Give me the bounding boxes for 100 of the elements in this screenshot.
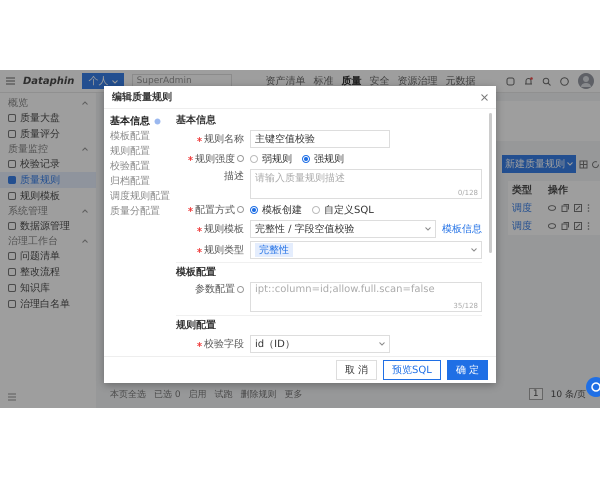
placeholder-text: 请输入质量规则描述 [255, 173, 345, 184]
sidebar-item[interactable]: 校验记录 [0, 156, 96, 172]
section-title: 基本信息 [176, 114, 217, 127]
sidebar-item[interactable]: 问题清单 [0, 248, 96, 264]
type-link[interactable]: 调度 [512, 219, 542, 233]
field-label: 规则模板 [204, 222, 244, 236]
bulk-action[interactable]: 删除规则 [240, 388, 277, 400]
radio-label[interactable]: 模板创建 [262, 202, 302, 216]
anchor-link[interactable]: 归档配置 [110, 174, 150, 188]
sidebar-group[interactable]: 治理工作台 [0, 234, 96, 248]
page-size-select[interactable]: 10 条/页 [550, 388, 586, 400]
page-number[interactable]: 1 [528, 388, 543, 400]
bulk-action[interactable]: 试跑 [214, 388, 233, 400]
caret-icon [379, 342, 385, 346]
field-label: 规则强度 [195, 152, 235, 166]
nav-tab[interactable]: 资源治理 [398, 74, 438, 88]
nav-tab[interactable]: 元数据 [446, 74, 476, 88]
search-icon[interactable] [542, 76, 551, 86]
dialog-button[interactable]: 预览SQL [383, 360, 441, 380]
new-rule-button[interactable]: 新建质量规则 [502, 155, 576, 173]
type-link[interactable]: 调度 [512, 201, 542, 215]
chevron-up-icon [82, 147, 88, 151]
nav-tab[interactable]: 质量 [342, 74, 362, 88]
bulk-action[interactable]: 启用 [188, 388, 207, 400]
sidebar-item[interactable]: 整改流程 [0, 264, 96, 280]
field-label: 参数配置 [195, 282, 235, 296]
view-icon[interactable] [548, 204, 556, 212]
radio-label[interactable]: 强规则 [314, 152, 344, 166]
nav-tab[interactable]: 资产清单 [266, 74, 306, 88]
radio-label[interactable]: 弱规则 [262, 152, 292, 166]
bulk-action[interactable]: 已选 0 [154, 388, 181, 400]
sidebar-item[interactable]: 质量大盘 [0, 110, 96, 126]
sidebar-group[interactable]: 概览 [0, 96, 96, 110]
field-label: 描述 [224, 170, 244, 183]
nav-tab[interactable]: 标准 [314, 74, 334, 88]
nav-tab[interactable]: 安全 [370, 74, 390, 88]
bell-icon[interactable] [524, 76, 533, 86]
field-label: 规则类型 [204, 244, 244, 257]
sidebar-item[interactable]: 知识库 [0, 280, 96, 296]
placeholder-text: ipt::column=id;allow.full.scan=false [255, 284, 435, 295]
dialog-title: 编辑质量规则 [112, 90, 172, 104]
close-icon[interactable] [481, 94, 488, 100]
radio-button[interactable] [250, 206, 258, 214]
logo-text: Dataphin [23, 76, 74, 86]
anchor-link[interactable]: 校验配置 [110, 159, 150, 173]
select-field[interactable]: 完整性 / 字段空值校验 [250, 220, 436, 238]
select-field[interactable]: id（ID） [250, 335, 390, 353]
columns-icon[interactable] [579, 160, 588, 168]
template-info-link[interactable]: 模板信息 [442, 222, 482, 236]
help-button-icon[interactable] [586, 377, 600, 397]
copy-icon[interactable] [561, 222, 569, 230]
caret-icon [471, 248, 477, 252]
caret-icon [112, 80, 118, 84]
view-icon[interactable] [548, 222, 556, 230]
radio-button[interactable] [250, 154, 258, 162]
chevron-up-icon [82, 101, 88, 105]
radio-label[interactable]: 自定义SQL [324, 202, 374, 216]
bulk-action[interactable]: 更多 [284, 388, 303, 400]
chevron-up-icon [82, 239, 88, 243]
radio-button[interactable] [312, 206, 320, 214]
anchor-link[interactable]: 模板配置 [110, 129, 150, 143]
section-title: 模板配置 [176, 266, 217, 279]
anchor-link[interactable]: 基本信息 [110, 114, 150, 128]
copy-icon[interactable] [561, 204, 569, 212]
sidebar-item[interactable]: 数据源管理 [0, 218, 96, 234]
caret-icon [425, 227, 431, 231]
dialog-button[interactable]: 确 定 [446, 360, 488, 380]
anchor-link[interactable]: 规则配置 [110, 144, 150, 158]
tag-select-field[interactable]: 完整性 [250, 241, 482, 259]
workspace-dropdown[interactable]: 个人 [82, 73, 124, 89]
anchor-link[interactable]: 调度规则配置 [110, 189, 170, 203]
sidebar-item[interactable]: 规则模板 [0, 188, 96, 204]
edit-icon[interactable] [574, 204, 582, 212]
collapse-icon[interactable] [8, 393, 16, 401]
chevron-up-icon [82, 209, 88, 213]
field-label: 配置方式 [195, 204, 235, 216]
radio-button[interactable] [302, 154, 310, 162]
anchor-link[interactable]: 质量分配置 [110, 204, 160, 218]
field-label: 规则名称 [204, 133, 244, 146]
sidebar-item[interactable]: 质量评分 [0, 126, 96, 142]
sidebar-group[interactable]: 质量监控 [0, 142, 96, 156]
field-label: 校验字段 [204, 338, 244, 351]
column-header: 操作 [548, 184, 569, 197]
more-icon[interactable] [587, 204, 590, 212]
edit-icon[interactable] [574, 222, 582, 230]
dialog-button[interactable]: 取 消 [336, 360, 378, 380]
menu-icon[interactable] [6, 77, 15, 85]
sidebar-item[interactable]: 质量规则 [0, 172, 96, 188]
box-icon[interactable] [506, 76, 515, 86]
section-title: 规则配置 [176, 318, 217, 332]
more-icon[interactable] [587, 222, 590, 230]
sidebar-group[interactable]: 系统管理 [0, 204, 96, 218]
avatar-icon[interactable] [578, 73, 594, 89]
refresh-icon[interactable] [591, 160, 600, 168]
menu-item-icon [8, 222, 16, 230]
sidebar-item[interactable]: 治理白名单 [0, 296, 96, 312]
caret-icon [567, 162, 573, 166]
input-field[interactable]: 主键空值校验 [250, 130, 390, 148]
column-header: 类型 [512, 184, 533, 197]
bulk-action[interactable]: 本页全选 [110, 388, 146, 400]
